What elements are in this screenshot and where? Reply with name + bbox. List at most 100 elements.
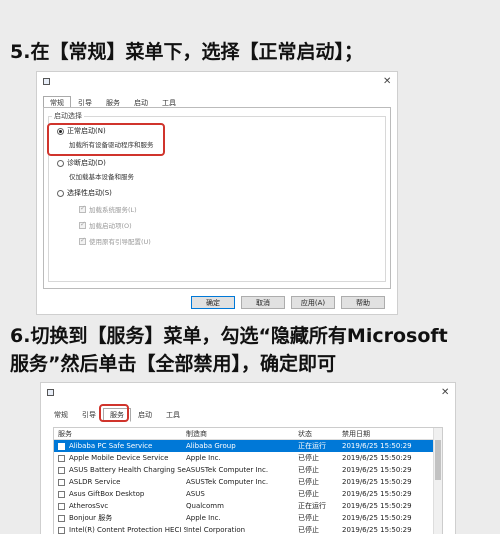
date-cell: 2019/6/25 15:50:29 bbox=[342, 466, 412, 474]
service-name: Bonjour 服务 bbox=[69, 514, 113, 522]
date-cell: 2019/6/25 15:50:29 bbox=[342, 442, 412, 450]
column-status[interactable]: 状态 bbox=[298, 429, 342, 439]
status-cell: 已停止 bbox=[298, 478, 319, 486]
service-checkbox[interactable] bbox=[58, 502, 65, 510]
date-cell: 2019/6/25 15:50:29 bbox=[342, 502, 412, 510]
service-cell: Alibaba PC Safe Service bbox=[54, 442, 186, 450]
msconfig-app-icon bbox=[43, 78, 50, 85]
highlight-box bbox=[99, 404, 129, 422]
step6-caption-line1: 6.切换到【服务】菜单，勾选“隐藏所有Microsoft bbox=[10, 325, 448, 347]
column-service[interactable]: 服务 bbox=[54, 429, 186, 439]
status-cell: 正在运行 bbox=[298, 502, 326, 510]
selective-startup-label: 选择性启动(S) bbox=[67, 189, 112, 197]
status-cell: 正在运行 bbox=[298, 442, 326, 450]
cancel-button[interactable]: 取消 bbox=[241, 296, 285, 309]
service-cell: Apple Mobile Device Service bbox=[54, 454, 186, 462]
maker-cell: ASUSTek Computer Inc. bbox=[186, 478, 269, 486]
service-name: ASLDR Service bbox=[69, 478, 121, 486]
column-disabled-date[interactable]: 禁用日期 bbox=[342, 429, 432, 439]
diagnostic-startup-radio[interactable]: 诊断启动(D) bbox=[57, 158, 106, 168]
maker-cell: Alibaba Group bbox=[186, 442, 236, 450]
checkbox-indicator bbox=[79, 204, 86, 213]
load-system-services-checkbox[interactable]: 加载系统服务(L) bbox=[79, 204, 137, 214]
service-name: AtherosSvc bbox=[69, 502, 109, 510]
maker-cell: Intel Corporation bbox=[186, 526, 246, 534]
tab-tools[interactable]: 工具 bbox=[159, 408, 187, 422]
service-checkbox[interactable] bbox=[58, 478, 65, 486]
table-row[interactable]: Bonjour 服务 Apple Inc. 已停止 2019/6/25 15:50:2… bbox=[54, 512, 442, 524]
status-cell: 已停止 bbox=[298, 466, 319, 474]
table-body: Alibaba PC Safe Service Alibaba Group 正在运行… bbox=[54, 440, 442, 534]
table-row[interactable]: Asus GiftBox Desktop ASUS 已停止 2019/6/25 15:… bbox=[54, 488, 442, 500]
step5-caption: 5.在【常规】菜单下，选择【正常启动】； bbox=[10, 41, 363, 63]
table-row[interactable]: AtherosSvc Qualcomm 正在运行 2019/6/25 15:50:29 bbox=[54, 500, 442, 512]
service-checkbox[interactable] bbox=[58, 442, 65, 450]
step6-caption-line2: 服务”然后单击【全部禁用】，确定即可 bbox=[10, 353, 336, 375]
maker-cell: Apple Inc. bbox=[186, 514, 221, 522]
highlight-box bbox=[47, 123, 165, 156]
load-startup-items-checkbox[interactable]: 加载启动项(O) bbox=[79, 220, 132, 230]
date-cell: 2019/6/25 15:50:29 bbox=[342, 478, 412, 486]
maker-cell: ASUS bbox=[186, 490, 205, 498]
apply-button[interactable]: 应用(A) bbox=[291, 296, 335, 309]
maker-cell: Apple Inc. bbox=[186, 454, 221, 462]
maker-cell: ASUSTek Computer Inc. bbox=[186, 466, 269, 474]
table-header: 服务 制造商 状态 禁用日期 bbox=[54, 428, 442, 440]
selective-startup-radio[interactable]: 选择性启动(S) bbox=[57, 188, 112, 198]
checkbox-indicator bbox=[79, 220, 86, 229]
service-cell: ASLDR Service bbox=[54, 478, 186, 486]
service-name: Alibaba PC Safe Service bbox=[69, 442, 153, 450]
service-checkbox[interactable] bbox=[58, 454, 65, 462]
help-button[interactable]: 帮助 bbox=[341, 296, 385, 309]
service-cell: Asus GiftBox Desktop bbox=[54, 490, 186, 498]
status-cell: 已停止 bbox=[298, 490, 319, 498]
service-cell: AtherosSvc bbox=[54, 502, 186, 510]
checkbox-indicator bbox=[79, 236, 86, 245]
date-cell: 2019/6/25 15:50:29 bbox=[342, 526, 412, 534]
radio-indicator bbox=[57, 159, 64, 167]
radio-indicator bbox=[57, 189, 64, 197]
tab-general[interactable]: 常规 bbox=[47, 408, 75, 422]
services-table: 服务 制造商 状态 禁用日期 Alibaba PC Safe Service Al… bbox=[53, 427, 443, 534]
status-cell: 已停止 bbox=[298, 454, 319, 462]
service-name: ASUS Battery Health Charging Ser... bbox=[69, 466, 186, 474]
scrollbar-thumb[interactable] bbox=[435, 440, 441, 480]
system-config-dialog-general: ✕ 常规 引导 服务 启动 工具 启动选择 正常启动(N) 加载所有设备驱动程序… bbox=[36, 71, 398, 315]
diagnostic-startup-label: 诊断启动(D) bbox=[67, 159, 106, 167]
step6-caption: 6.切换到【服务】菜单，勾选“隐藏所有Microsoft 服务”然后单击【全部禁… bbox=[10, 322, 494, 378]
group-title: 启动选择 bbox=[52, 111, 84, 121]
table-row[interactable]: ASLDR Service ASUSTek Computer Inc. 已停止 201… bbox=[54, 476, 442, 488]
table-row[interactable]: ASUS Battery Health Charging Ser... ASUST… bbox=[54, 464, 442, 476]
load-system-services-label: 加载系统服务(L) bbox=[89, 206, 137, 214]
status-cell: 已停止 bbox=[298, 526, 319, 534]
service-checkbox[interactable] bbox=[58, 526, 65, 534]
service-cell: ASUS Battery Health Charging Ser... bbox=[54, 466, 186, 474]
date-cell: 2019/6/25 15:50:29 bbox=[342, 514, 412, 522]
table-row[interactable]: Apple Mobile Device Service Apple Inc. 已停止… bbox=[54, 452, 442, 464]
diagnostic-startup-desc: 仅加载基本设备和服务 bbox=[69, 173, 134, 181]
close-icon[interactable]: ✕ bbox=[383, 77, 391, 87]
service-checkbox[interactable] bbox=[58, 466, 65, 474]
system-config-dialog-services: ✕ 常规 引导 服务 启动 工具 服务 制造商 状态 禁用日期 Alibaba … bbox=[40, 382, 456, 534]
maker-cell: Qualcomm bbox=[186, 502, 224, 510]
service-checkbox[interactable] bbox=[58, 514, 65, 522]
column-maker[interactable]: 制造商 bbox=[186, 429, 298, 439]
service-name: Intel(R) Content Protection HECI S... bbox=[69, 526, 186, 534]
close-icon[interactable]: ✕ bbox=[441, 388, 449, 398]
service-cell: Bonjour 服务 bbox=[54, 513, 186, 523]
date-cell: 2019/6/25 15:50:29 bbox=[342, 490, 412, 498]
table-row[interactable]: Intel(R) Content Protection HECI S... Int… bbox=[54, 524, 442, 534]
status-cell: 已停止 bbox=[298, 514, 319, 522]
tab-startup[interactable]: 启动 bbox=[131, 408, 159, 422]
load-startup-items-label: 加载启动项(O) bbox=[89, 222, 132, 230]
ok-button[interactable]: 确定 bbox=[191, 296, 235, 309]
service-cell: Intel(R) Content Protection HECI S... bbox=[54, 526, 186, 534]
vertical-scrollbar[interactable] bbox=[433, 428, 442, 534]
table-row[interactable]: Alibaba PC Safe Service Alibaba Group 正在运行… bbox=[54, 440, 442, 452]
date-cell: 2019/6/25 15:50:29 bbox=[342, 454, 412, 462]
service-checkbox[interactable] bbox=[58, 490, 65, 498]
use-original-boot-config-checkbox[interactable]: 使用原有引导配置(U) bbox=[79, 236, 151, 246]
service-name: Asus GiftBox Desktop bbox=[69, 490, 145, 498]
msconfig-app-icon bbox=[47, 389, 54, 396]
service-name: Apple Mobile Device Service bbox=[69, 454, 169, 462]
